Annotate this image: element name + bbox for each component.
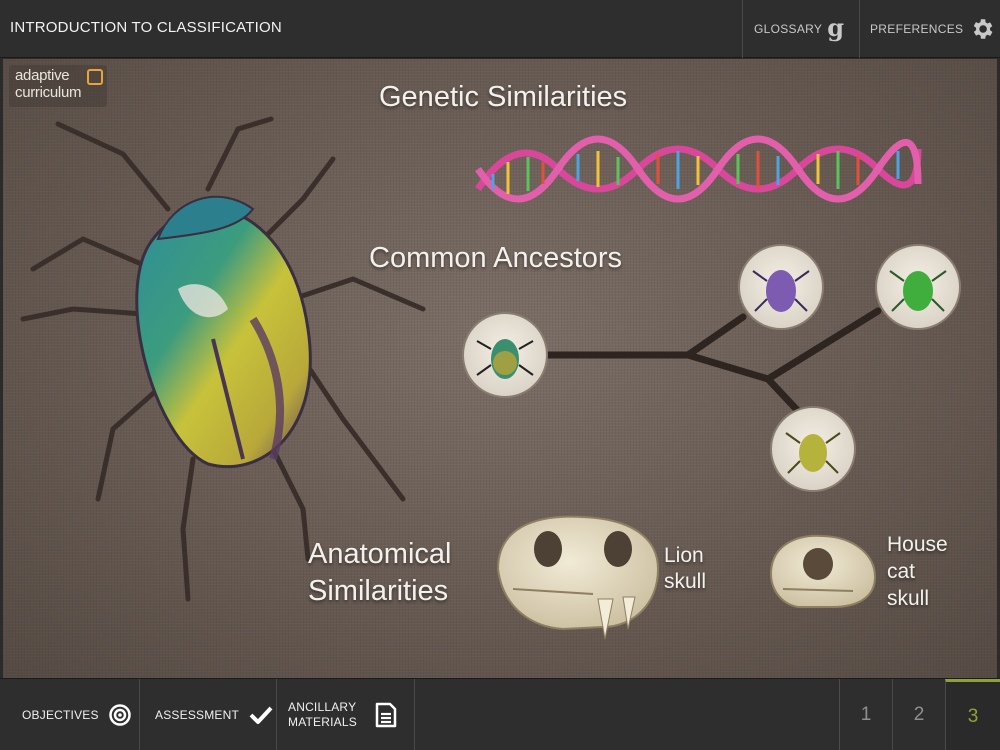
common-ancestors-heading: Common Ancestors	[369, 242, 623, 274]
lesson-title: INTRODUCTION TO CLASSIFICATION	[10, 19, 282, 36]
cat-skull-label: House cat skull	[887, 531, 948, 612]
top-bar: INTRODUCTION TO CLASSIFICATION GLOSSARY …	[0, 0, 1000, 58]
anatomical-line-1: Anatomical	[308, 538, 452, 570]
scene-illustration	[20, 116, 961, 640]
cat-label-line-1: House	[887, 533, 948, 556]
document-icon	[375, 702, 397, 728]
logo-line-2: curriculum	[15, 84, 82, 101]
objectives-label: OBJECTIVES	[22, 708, 99, 722]
cat-skull-illustration	[769, 534, 877, 608]
phylogeny-branches	[544, 307, 882, 415]
glossary-label: GLOSSARY	[754, 22, 823, 36]
dna-helix-illustration	[475, 135, 922, 203]
glossary-icon: g	[827, 12, 845, 42]
page-button-1[interactable]: 1	[839, 679, 892, 750]
preferences-label: PREFERENCES	[870, 22, 964, 36]
cat-label-line-2: cat	[887, 560, 916, 583]
large-beetle-illustration	[20, 116, 426, 602]
lesson-scene: adaptive curriculum Genetic Similarities…	[3, 59, 997, 678]
assessment-label: ASSESSMENT	[155, 708, 240, 722]
lion-label-line-1: Lion	[664, 544, 704, 567]
page-button-3-active[interactable]: 3	[945, 679, 1000, 750]
green-beetle-disc	[875, 244, 961, 330]
lion-label-line-2: skull	[664, 570, 707, 593]
preferences-button[interactable]: PREFERENCES	[859, 0, 1000, 58]
page-button-2[interactable]: 2	[892, 679, 945, 750]
ancillary-line-2: MATERIALS	[288, 715, 357, 729]
anatomical-similarities-heading: Anatomical Similarities	[308, 536, 451, 610]
assessment-button[interactable]: ASSESSMENT	[140, 679, 277, 750]
purple-beetle-disc	[738, 244, 824, 330]
glossary-button[interactable]: GLOSSARY g	[742, 0, 859, 58]
anatomical-line-2: Similarities	[308, 575, 449, 607]
lion-skull-illustration	[496, 515, 660, 640]
yellow-beetle-disc	[770, 406, 856, 492]
adaptive-curriculum-logo: adaptive curriculum	[9, 65, 107, 107]
cat-label-line-3: skull	[887, 587, 930, 610]
ancillary-materials-button[interactable]: ANCILLARY MATERIALS	[277, 679, 415, 750]
bottom-bar: OBJECTIVES ASSESSMENT ANCILLARY MATERIAL…	[0, 678, 1000, 750]
ancestor-beetle-disc	[462, 312, 548, 398]
genetic-similarities-heading: Genetic Similarities	[379, 81, 628, 113]
target-icon	[108, 704, 131, 726]
objectives-button[interactable]: OBJECTIVES	[0, 679, 140, 750]
ancillary-line-1: ANCILLARY	[288, 700, 357, 714]
lion-skull-label: Lion skull	[664, 543, 706, 595]
ancillary-label: ANCILLARY MATERIALS	[288, 700, 357, 730]
logo-mark-icon	[87, 69, 103, 85]
checkmark-icon	[249, 706, 273, 724]
gear-icon	[974, 19, 993, 39]
